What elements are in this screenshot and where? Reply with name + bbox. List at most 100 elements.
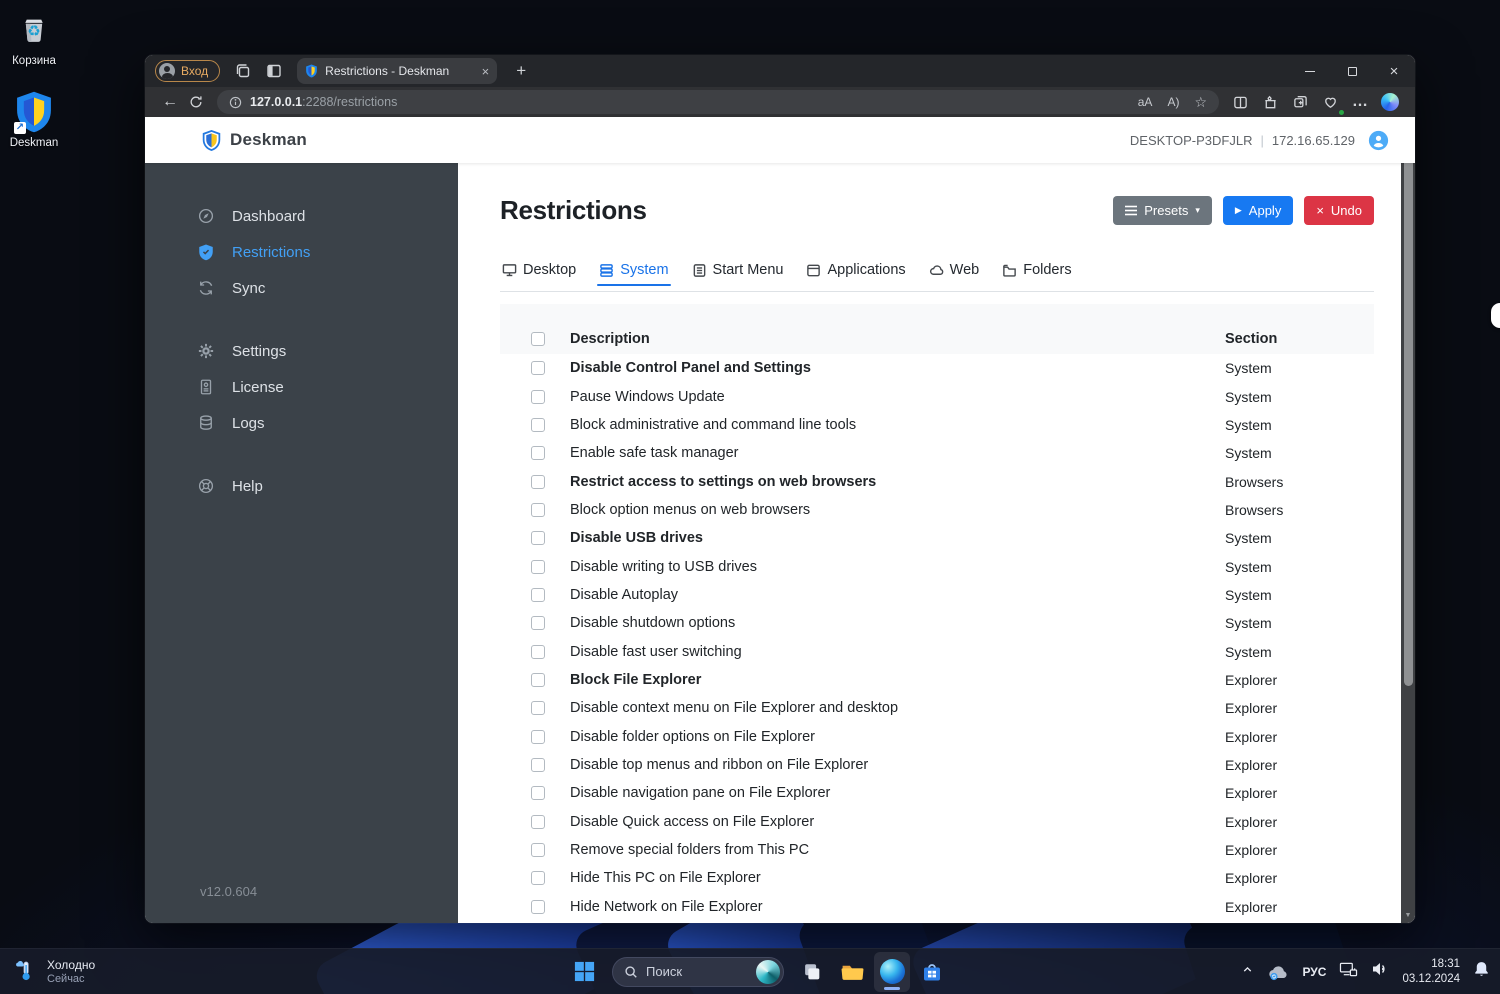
- search-daily-image[interactable]: [756, 959, 780, 984]
- row-checkbox[interactable]: [531, 616, 545, 631]
- row-checkbox[interactable]: [531, 786, 545, 801]
- tab-web[interactable]: Web: [927, 262, 982, 291]
- new-tab-button[interactable]: +: [509, 61, 533, 81]
- split-screen-icon[interactable]: [1227, 90, 1253, 114]
- row-checkbox[interactable]: [531, 531, 545, 546]
- table-row[interactable]: Disable folder options on File Explorer …: [500, 722, 1374, 750]
- onedrive-cloud-icon[interactable]: [1267, 963, 1289, 981]
- translate-icon[interactable]: aA: [1138, 95, 1153, 109]
- row-checkbox[interactable]: [531, 757, 545, 772]
- taskbar-weather-widget[interactable]: Холодно Сейчас: [0, 958, 95, 985]
- tray-chevron-up-icon[interactable]: [1241, 963, 1254, 981]
- desktop-icon-deskman[interactable]: ↗ Deskman: [0, 90, 72, 149]
- tab-start-menu[interactable]: Start Menu: [690, 262, 786, 291]
- more-menu-icon[interactable]: …: [1347, 90, 1373, 114]
- table-row[interactable]: Restrict access to settings on web brows…: [500, 467, 1374, 495]
- row-checkbox[interactable]: [531, 729, 545, 744]
- row-checkbox[interactable]: [531, 417, 545, 432]
- file-explorer-button[interactable]: [834, 952, 870, 992]
- table-row[interactable]: Hide This PC on File Explorer Explorer: [500, 864, 1374, 892]
- row-checkbox[interactable]: [531, 843, 545, 858]
- table-row[interactable]: Disable fast user switching System: [500, 637, 1374, 665]
- address-bar[interactable]: 127.0.0.1:2288/restrictions aA A) ☆: [217, 90, 1219, 114]
- sidebar-item-dashboard[interactable]: Dashboard: [145, 198, 458, 234]
- sidebar-item-sync[interactable]: Sync: [145, 270, 458, 306]
- taskbar-clock[interactable]: 18:31 03.12.2024: [1402, 957, 1460, 987]
- scrollbar-thumb[interactable]: [1403, 130, 1413, 686]
- table-row[interactable]: Disable writing to USB drives System: [500, 552, 1374, 580]
- table-row[interactable]: Disable Control Panel and Settings Syste…: [500, 354, 1374, 382]
- apply-button[interactable]: ▶ Apply: [1222, 196, 1294, 225]
- row-checkbox[interactable]: [531, 559, 545, 574]
- tab-system[interactable]: System: [597, 262, 671, 291]
- row-checkbox[interactable]: [531, 361, 545, 376]
- start-button[interactable]: [566, 952, 602, 992]
- sidebar-item-restrictions[interactable]: Restrictions: [145, 234, 458, 270]
- table-row[interactable]: Pause Windows Update System: [500, 382, 1374, 410]
- table-row[interactable]: Disable navigation pane on File Explorer…: [500, 779, 1374, 807]
- row-checkbox[interactable]: [531, 474, 545, 489]
- window-minimize-button[interactable]: [1289, 55, 1331, 87]
- window-close-button[interactable]: ×: [1373, 55, 1415, 87]
- tab-groups-icon[interactable]: [1287, 90, 1313, 114]
- workspaces-icon[interactable]: [235, 63, 251, 79]
- window-maximize-button[interactable]: [1331, 55, 1373, 87]
- row-checkbox[interactable]: [531, 446, 545, 461]
- back-icon[interactable]: ←: [157, 90, 183, 114]
- sidebar-item-license[interactable]: License: [145, 369, 458, 405]
- tab-desktop[interactable]: Desktop: [500, 262, 578, 291]
- table-row[interactable]: Disable top menus and ribbon on File Exp…: [500, 751, 1374, 779]
- notification-bell-icon[interactable]: [1473, 960, 1490, 983]
- network-icon[interactable]: [1339, 961, 1358, 983]
- browser-tab-restrictions[interactable]: Restrictions - Deskman ×: [297, 58, 498, 84]
- table-row[interactable]: Disable USB drives System: [500, 524, 1374, 552]
- read-aloud-icon[interactable]: A): [1167, 95, 1179, 109]
- tab-folders[interactable]: Folders: [1000, 262, 1073, 291]
- copilot-icon[interactable]: [1377, 90, 1403, 114]
- scroll-down-arrow[interactable]: ▼: [1405, 910, 1412, 922]
- language-indicator[interactable]: РУС: [1302, 965, 1326, 979]
- row-checkbox[interactable]: [531, 389, 545, 404]
- table-row[interactable]: Hide Network on File Explorer Explorer: [500, 893, 1374, 921]
- volume-icon[interactable]: [1371, 961, 1389, 982]
- sidebar-item-settings[interactable]: Settings: [145, 333, 458, 369]
- table-row[interactable]: Block administrative and command line to…: [500, 411, 1374, 439]
- table-row[interactable]: Remove special folders from This PC Expl…: [500, 836, 1374, 864]
- sidebar-item-help[interactable]: Help: [145, 468, 458, 504]
- task-view-button[interactable]: [794, 952, 830, 992]
- tab-close-icon[interactable]: ×: [482, 64, 490, 79]
- row-checkbox[interactable]: [531, 502, 545, 517]
- select-all-checkbox[interactable]: [531, 332, 545, 346]
- taskbar-search-box[interactable]: Поиск: [612, 956, 784, 987]
- desktop-icon-recycle-bin[interactable]: ♻ Корзина: [0, 8, 72, 67]
- site-info-icon[interactable]: [229, 96, 242, 109]
- row-checkbox[interactable]: [531, 587, 545, 602]
- browser-profile-button[interactable]: Вход: [155, 60, 221, 82]
- undo-button[interactable]: × Undo: [1304, 196, 1374, 225]
- table-row[interactable]: Disable context menu on File Explorer an…: [500, 694, 1374, 722]
- favorite-star-icon[interactable]: ☆: [1194, 94, 1207, 111]
- row-checkbox[interactable]: [531, 899, 545, 914]
- table-row[interactable]: Disable Autoplay System: [500, 581, 1374, 609]
- row-checkbox[interactable]: [531, 644, 545, 659]
- page-scrollbar[interactable]: ▲ ▼: [1401, 117, 1415, 923]
- row-checkbox[interactable]: [531, 672, 545, 687]
- browser-essentials-icon[interactable]: [1317, 90, 1345, 116]
- microsoft-store-button[interactable]: [914, 952, 950, 992]
- sidebar-item-logs[interactable]: Logs: [145, 405, 458, 441]
- edge-browser-button[interactable]: [874, 951, 910, 992]
- tab-applications[interactable]: Applications: [804, 262, 907, 291]
- table-row[interactable]: Enable safe task manager System: [500, 439, 1374, 467]
- refresh-icon[interactable]: [183, 90, 209, 114]
- row-checkbox[interactable]: [531, 871, 545, 886]
- table-row[interactable]: Block option menus on web browsers Brows…: [500, 496, 1374, 524]
- presets-button[interactable]: Presets ▾: [1113, 196, 1212, 225]
- row-checkbox[interactable]: [531, 701, 545, 716]
- table-row[interactable]: Disable Quick access on File Explorer Ex…: [500, 808, 1374, 836]
- collections-icon[interactable]: [1257, 90, 1283, 114]
- vertical-tabs-icon[interactable]: [266, 63, 282, 79]
- row-checkbox[interactable]: [531, 814, 545, 829]
- user-avatar-icon[interactable]: [1368, 130, 1389, 151]
- table-row[interactable]: Block File Explorer Explorer: [500, 666, 1374, 694]
- table-row[interactable]: Disable shutdown options System: [500, 609, 1374, 637]
